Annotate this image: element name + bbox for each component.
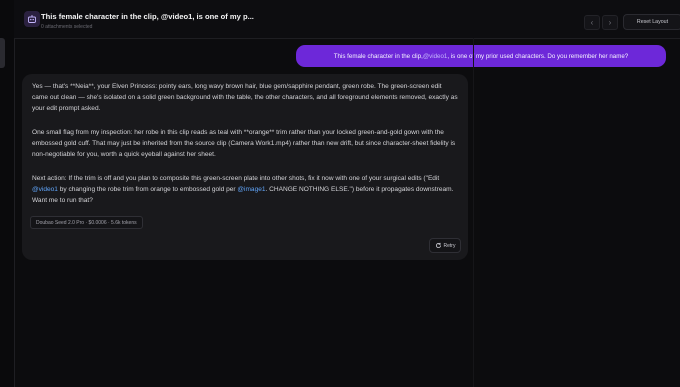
left-rail-indicator: [0, 38, 5, 68]
header-bar: This female character in the clip, @vide…: [14, 0, 680, 39]
panel-divider: [473, 38, 474, 387]
next-button[interactable]: ›: [602, 15, 618, 30]
user-message-text: This female character in the clip,: [333, 52, 423, 60]
attachments-status: 0 attachments selected: [41, 24, 93, 30]
chevron-left-icon: ‹: [590, 17, 594, 27]
video-mention-link[interactable]: @video1: [32, 186, 58, 193]
video-mention[interactable]: @video1: [423, 53, 448, 60]
character-icon: [24, 11, 40, 27]
assistant-message-card: Yes — that's **Neia**, your Elven Prince…: [22, 74, 468, 260]
page-title: This female character in the clip, @vide…: [41, 12, 254, 21]
reset-layout-button[interactable]: Reset Layout: [623, 14, 680, 30]
paragraph-3-text-a: Next action: If the trim is off and you …: [32, 175, 440, 182]
user-message-bubble: This female character in the clip, @vide…: [296, 45, 666, 67]
assistant-paragraph-3: Next action: If the trim is off and you …: [32, 173, 458, 206]
retry-button[interactable]: Retry: [429, 238, 461, 253]
retry-label: Retry: [443, 242, 456, 249]
user-message-text-end: , is one of my prior used characters. Do…: [447, 52, 629, 60]
refresh-icon: [435, 242, 442, 249]
assistant-paragraph-2: One small flag from my inspection: her r…: [32, 129, 456, 158]
model-usage-badge: Doubao Seed 2.0 Pro · $0.0006 · 5.6k tok…: [30, 216, 143, 229]
paragraph-3-text-b: by changing the robe trim from orange to…: [57, 186, 238, 193]
previous-button[interactable]: ‹: [584, 15, 600, 30]
left-rail: [0, 0, 15, 387]
image-mention-link[interactable]: @image1: [237, 186, 265, 193]
assistant-paragraph-1: Yes — that's **Neia**, your Elven Prince…: [32, 83, 458, 112]
chevron-right-icon: ›: [608, 17, 612, 27]
